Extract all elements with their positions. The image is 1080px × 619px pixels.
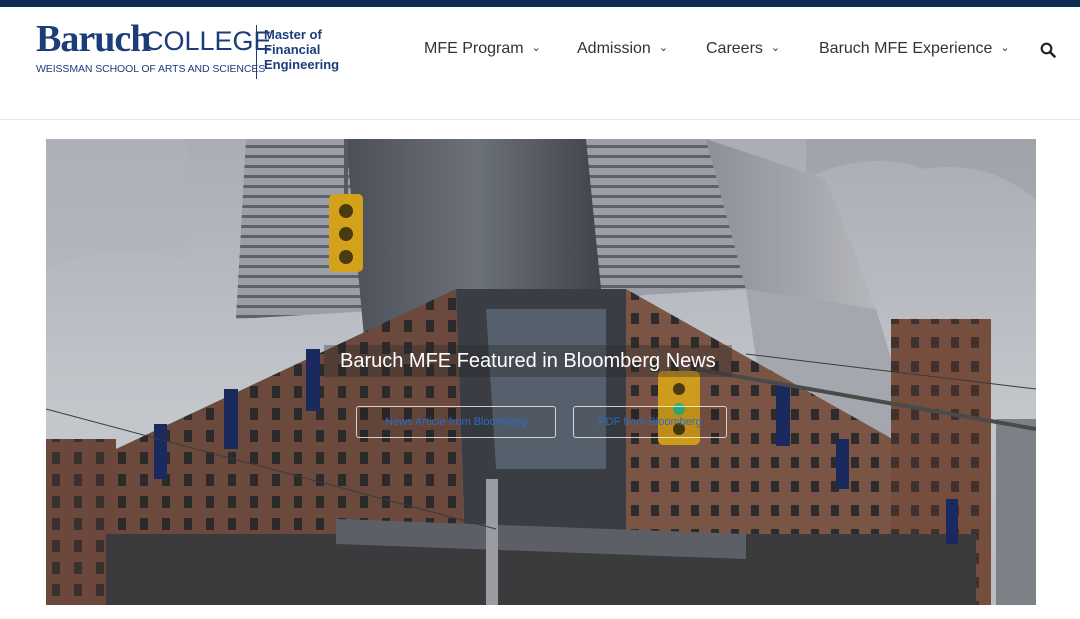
- main-nav: MFE Program ⌄ Admission ⌄ Careers ⌄ Baruch …: [0, 39, 1080, 63]
- nav-item-label: Baruch MFE Experience: [819, 40, 993, 57]
- top-accent-bar: [0, 0, 1080, 7]
- chevron-down-icon: ⌄: [1000, 42, 1010, 54]
- nav-item-label: Admission: [577, 40, 651, 57]
- nav-item-careers[interactable]: Careers ⌄: [706, 39, 780, 60]
- chevron-down-icon: ⌄: [658, 42, 669, 54]
- nav-item-admission[interactable]: Admission ⌄: [577, 39, 668, 60]
- chevron-down-icon: ⌄: [770, 42, 781, 54]
- search-icon[interactable]: [1040, 42, 1056, 58]
- pdf-button[interactable]: PDF from Bloomberg: [573, 406, 727, 438]
- nav-item-label: MFE Program: [424, 40, 524, 57]
- nav-item-baruch-mfe-experience[interactable]: Baruch MFE Experience ⌄: [819, 39, 1010, 60]
- nav-item-mfe-program[interactable]: MFE Program ⌄: [424, 39, 541, 60]
- logo-school-text: WEISSMAN SCHOOL OF ARTS AND SCIENCES: [36, 63, 266, 75]
- hero-banner: Baruch MFE Featured in Bloomberg News Ne…: [46, 139, 1036, 605]
- hero-title: Baruch MFE Featured in Bloomberg News: [324, 345, 732, 377]
- chevron-down-icon: ⌄: [531, 42, 541, 54]
- site-header: Baruch COLLEGE WEISSMAN SCHOOL OF ARTS A…: [0, 7, 1080, 120]
- news-article-button[interactable]: News Article from Bloomberg: [356, 406, 556, 438]
- nav-item-label: Careers: [706, 40, 763, 57]
